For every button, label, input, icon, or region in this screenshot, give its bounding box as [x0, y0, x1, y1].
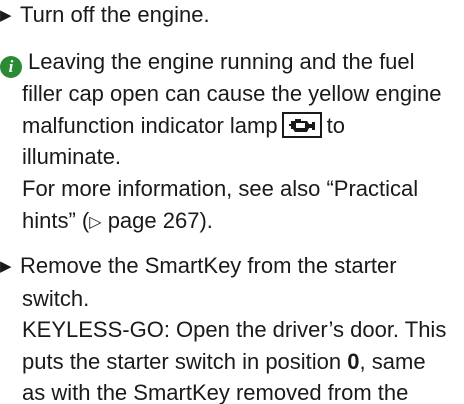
keyless-line-2: puts the starter switch in position — [22, 348, 342, 374]
reference-line-2-start: hints” ( — [22, 207, 90, 233]
info-note-line-4: illuminate. — [22, 144, 122, 169]
reference-line-2-end: ). — [199, 207, 213, 233]
step-remove-smartkey: ▶ Remove the SmartKey from the starter sw… — [0, 250, 464, 404]
info-note-reference: For more information, see also “Practica… — [0, 173, 464, 238]
info-icon: i — [0, 56, 22, 78]
keyless-line-3: as with the SmartKey removed from the — [22, 380, 409, 404]
keyless-line-1: KEYLESS-GO: Open the driver’s door. This — [22, 317, 447, 342]
step-text-line-1: Remove the SmartKey from the starter — [20, 253, 397, 278]
info-note-line-2: filler cap open can cause the yellow eng… — [22, 81, 442, 106]
page-reference-link[interactable]: page 267 — [108, 208, 200, 233]
engine-malfunction-icon — [281, 111, 322, 138]
step-text-line-2: switch. — [22, 285, 90, 311]
step-turn-off-engine: ▶ Turn off the engine. — [0, 0, 464, 32]
info-note: i Leaving the engine running and the fuel… — [0, 46, 464, 173]
page-reference-icon: ▷ — [89, 213, 102, 231]
info-note-line-3-end: to — [326, 112, 345, 138]
bullet-icon: ▶ — [0, 7, 12, 24]
info-note-line-3: malfunction indicator lamp — [22, 112, 278, 138]
position-value: 0 — [347, 348, 360, 374]
reference-line-1: For more information, see also “Practica… — [22, 176, 419, 201]
keyless-line-2-end: , same — [359, 348, 426, 374]
step-text: Turn off the engine. — [20, 2, 210, 27]
bullet-icon: ▶ — [0, 258, 12, 275]
info-note-line-1: Leaving the engine running and the fuel — [28, 49, 415, 74]
